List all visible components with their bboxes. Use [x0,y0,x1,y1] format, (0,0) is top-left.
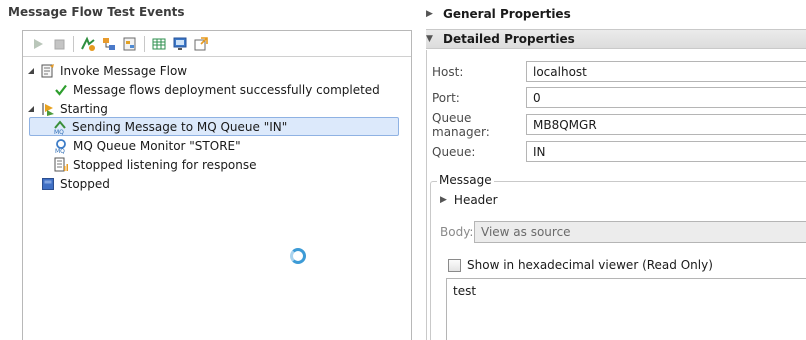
general-properties-header[interactable]: ▶ General Properties [426,4,806,24]
hex-viewer-checkbox[interactable] [448,258,461,272]
detailed-properties-header[interactable]: ▼ Detailed Properties [426,29,806,49]
queue-field[interactable]: IN [526,141,806,162]
host-row: Host: [432,61,524,83]
checkmark-icon [53,82,69,98]
tree-item-label: Stopped [60,176,110,191]
header-section-toggle[interactable]: ▶ Header [440,193,498,207]
stopped-icon [40,176,56,192]
expanded-twisty-icon[interactable] [25,65,37,77]
events-panel: Invoke Message Flow Message flows deploy… [22,30,412,340]
tree-item-starting[interactable]: Starting [25,99,108,118]
hex-viewer-label: Show in hexadecimal viewer (Read Only) [467,258,713,272]
detailed-properties-label: Detailed Properties [443,32,575,46]
message-group-title: Message [437,173,494,187]
queue-label: Queue: [432,145,476,159]
body-view-select[interactable]: View as source [474,221,806,243]
tree-item-deployment-completed[interactable]: Message flows deployment successfully co… [53,80,380,99]
queue-manager-row: Queue manager: [432,111,524,139]
tree-item-mq-monitor[interactable]: MQ MQ Queue Monitor "STORE" [53,136,241,155]
deploy-icon[interactable] [121,35,139,53]
body-label: Body: [440,225,474,239]
invoke-flow-icon [40,63,56,79]
events-toolbar [23,31,411,57]
monitor-icon[interactable] [171,35,189,53]
stop-icon[interactable] [50,35,68,53]
tree-item-label: Starting [60,101,108,116]
tree-item-invoke-message-flow[interactable]: Invoke Message Flow [25,61,187,80]
mq-monitor-icon: MQ [53,138,69,154]
table-icon[interactable] [150,35,168,53]
expanded-twisty-icon[interactable] [25,103,37,115]
tree-item-stopped[interactable]: Stopped [40,174,110,193]
tree-item-sending-message[interactable]: MQ Sending Message to MQ Queue "IN" [29,117,399,136]
new-event-icon[interactable] [79,35,97,53]
starting-icon [40,101,56,117]
port-row: Port: [432,87,524,109]
mq-send-icon: MQ [52,119,68,135]
export-icon[interactable] [192,35,210,53]
queue-manager-label: Queue manager: [432,111,490,139]
hex-viewer-option[interactable]: Show in hexadecimal viewer (Read Only) [448,258,713,272]
events-panel-title: Message Flow Test Events [8,5,185,19]
collapsed-arrow-icon: ▶ [426,9,433,19]
toolbar-separator [144,35,145,52]
port-field[interactable]: 0 [526,87,806,108]
general-properties-label: General Properties [443,7,571,21]
tree-item-label: Message flows deployment successfully co… [73,82,380,97]
host-field[interactable]: localhost [526,61,806,82]
queue-row: Queue: [432,141,524,163]
svg-text:MQ: MQ [55,148,65,154]
header-label: Header [453,193,498,207]
host-label: Host: [432,65,464,79]
run-icon[interactable] [29,35,47,53]
port-label: Port: [432,91,460,105]
loading-spinner-icon [290,248,306,264]
collapsed-arrow-icon: ▶ [440,195,447,205]
expanded-arrow-icon: ▼ [426,34,433,44]
queue-manager-field[interactable]: MB8QMGR [526,114,806,135]
tree-item-stopped-listening[interactable]: Stopped listening for response [53,155,257,174]
tree-item-label: Invoke Message Flow [60,63,188,78]
stopped-listening-icon [53,157,69,173]
toolbar-separator [73,35,74,52]
flow-icon[interactable] [100,35,118,53]
tree-item-label: Stopped listening for response [73,157,257,172]
tree-item-label: Sending Message to MQ Queue "IN" [72,119,288,134]
svg-text:MQ: MQ [54,129,64,135]
message-content-area[interactable]: test [446,278,806,340]
tree-item-label: MQ Queue Monitor "STORE" [73,138,241,153]
